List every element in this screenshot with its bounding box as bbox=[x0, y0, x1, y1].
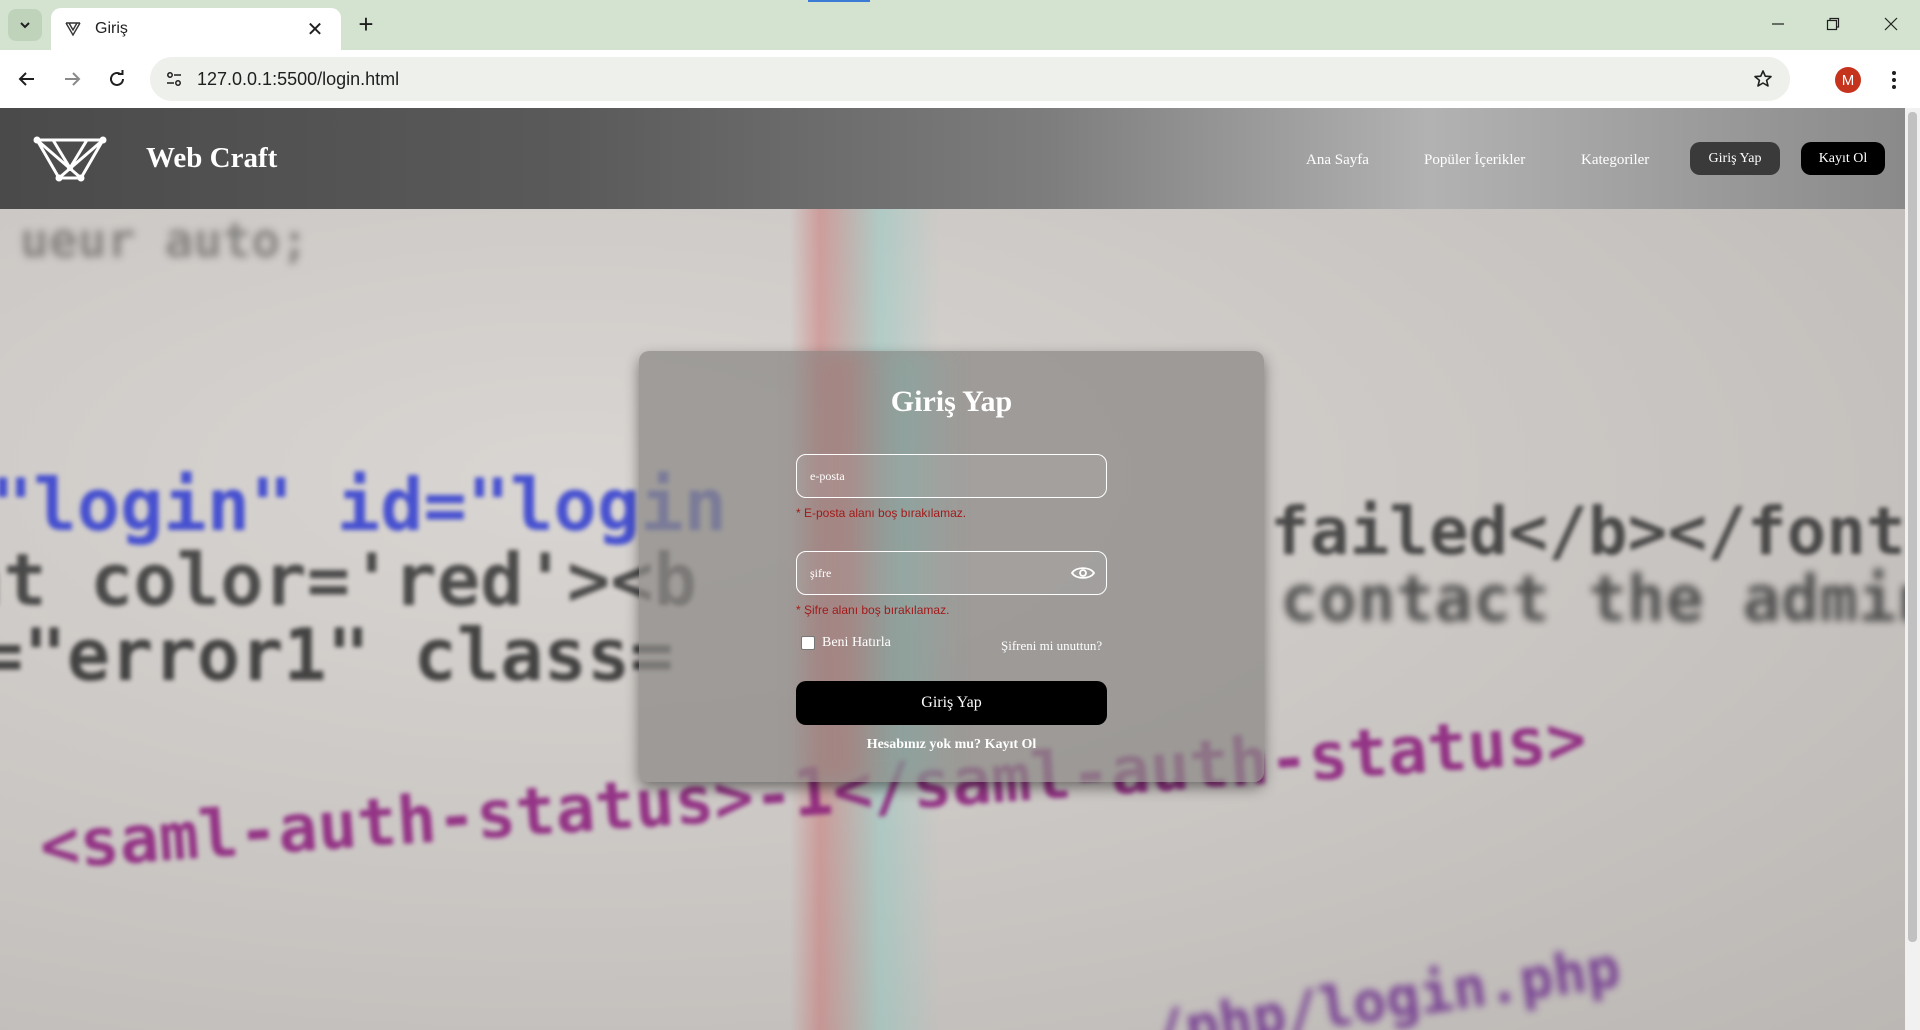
back-icon[interactable] bbox=[11, 63, 43, 95]
background-code-line: /php/login.php bbox=[1147, 935, 1625, 1030]
webcraft-logo-icon[interactable] bbox=[33, 134, 107, 182]
url-text: 127.0.0.1:5500/login.html bbox=[197, 69, 400, 89]
nav-link-popular[interactable]: Popüler İçerikler bbox=[1424, 152, 1525, 169]
loading-indicator bbox=[808, 0, 870, 2]
chevron-down-icon bbox=[20, 22, 30, 29]
nav-login-button[interactable]: Giriş Yap bbox=[1690, 142, 1780, 175]
background-code-line: nt color='red'><b bbox=[0, 538, 697, 622]
tab-strip: Giriş ✕ + bbox=[0, 0, 1920, 50]
window-close-icon[interactable] bbox=[1868, 8, 1914, 40]
site-header: Web Craft Ana Sayfa Popüler İçerikler Ka… bbox=[0, 108, 1905, 209]
minimize-icon[interactable] bbox=[1755, 8, 1801, 40]
plus-icon[interactable]: + bbox=[354, 11, 378, 37]
browser-toolbar: 127.0.0.1:5500/login.html M bbox=[0, 50, 1920, 108]
nav-link-home[interactable]: Ana Sayfa bbox=[1306, 152, 1369, 169]
webcraft-favicon-icon bbox=[63, 19, 83, 39]
forgot-password-link[interactable]: Şifreni mi unuttun? bbox=[1001, 638, 1102, 654]
forward-icon[interactable] bbox=[56, 63, 88, 95]
nav-link-categories[interactable]: Kategoriler bbox=[1581, 152, 1649, 169]
remember-me[interactable]: Beni Hatırla bbox=[801, 635, 891, 651]
remember-label: Beni Hatırla bbox=[822, 635, 891, 650]
signup-link[interactable]: Kayıt Ol bbox=[985, 737, 1037, 752]
page-viewport: ueur auto; "login" id="login nt color='r… bbox=[0, 108, 1905, 1030]
brand-name[interactable]: Web Craft bbox=[146, 142, 277, 175]
tab-title: Giriş bbox=[95, 20, 128, 37]
reload-icon[interactable] bbox=[101, 63, 133, 95]
background-code-line: ="error1" class= bbox=[0, 613, 674, 697]
page-scrollbar[interactable] bbox=[1905, 108, 1920, 1030]
signup-prompt: Hesabınız yok mu? bbox=[866, 737, 982, 752]
background-code-line: ueur auto; bbox=[20, 213, 309, 269]
profile-avatar[interactable]: M bbox=[1835, 67, 1861, 93]
background-code-line: failed</b></font></ bbox=[1270, 493, 1905, 570]
tab-active[interactable]: Giriş ✕ bbox=[51, 8, 341, 50]
restore-icon[interactable] bbox=[1810, 8, 1856, 40]
close-icon[interactable]: ✕ bbox=[303, 17, 327, 41]
address-bar[interactable]: 127.0.0.1:5500/login.html bbox=[150, 57, 1790, 101]
background-code-line: "login" id="login bbox=[0, 463, 727, 547]
email-field[interactable]: e-posta bbox=[796, 454, 1107, 498]
login-card: Giriş Yap e-posta * E-posta alanı boş bı… bbox=[639, 351, 1264, 782]
email-error: * E-posta alanı boş bırakılamaz. bbox=[796, 506, 967, 520]
site-info-icon[interactable] bbox=[162, 67, 186, 91]
password-placeholder: şifre bbox=[810, 566, 832, 580]
login-title: Giriş Yap bbox=[890, 385, 1013, 418]
background-code-line: contact the administ bbox=[1280, 563, 1905, 637]
password-error: * Şifre alanı boş bırakılamaz. bbox=[796, 603, 950, 617]
password-field[interactable]: şifre bbox=[796, 551, 1107, 595]
signup-line: Hesabınız yok mu? Kayıt Ol bbox=[639, 737, 1264, 753]
scroll-thumb[interactable] bbox=[1908, 112, 1917, 942]
remember-checkbox[interactable] bbox=[801, 636, 815, 650]
login-submit-button[interactable]: Giriş Yap bbox=[796, 681, 1107, 725]
nav-register-button[interactable]: Kayıt Ol bbox=[1801, 142, 1885, 175]
kebab-menu-icon[interactable] bbox=[1882, 64, 1906, 96]
eye-icon[interactable] bbox=[1071, 563, 1095, 583]
star-icon[interactable] bbox=[1750, 66, 1776, 92]
email-placeholder: e-posta bbox=[810, 469, 845, 483]
tab-search-button[interactable] bbox=[8, 9, 42, 41]
